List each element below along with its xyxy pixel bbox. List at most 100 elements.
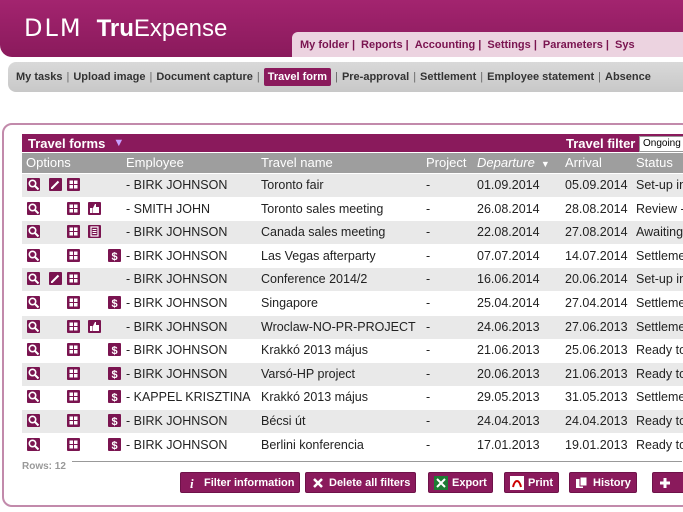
- cell-status: Ready to: [636, 343, 683, 357]
- table-row[interactable]: $ - BIRK JOHNSON Varsó-HP project - 20.06.20…: [22, 363, 683, 386]
- cell-project: -: [426, 225, 431, 239]
- topnav-item-2[interactable]: Accounting |: [415, 39, 482, 51]
- table-row[interactable]: - BIRK JOHNSON Canada sales meeting - 22.08…: [22, 221, 683, 244]
- cell-project: -: [426, 414, 431, 428]
- view-magnifier-icon[interactable]: [27, 178, 40, 191]
- topnav-item-0[interactable]: My folder |: [300, 39, 355, 51]
- subnav-item-7[interactable]: Absence: [605, 71, 651, 83]
- details-grid-icon[interactable]: [67, 272, 80, 285]
- edit-pencil-icon[interactable]: [49, 178, 62, 191]
- table-row[interactable]: - BIRK JOHNSON Toronto fair - 01.09.2014 05.…: [22, 174, 683, 197]
- view-magnifier-icon[interactable]: [27, 272, 40, 285]
- col-status[interactable]: Status: [636, 155, 673, 170]
- filter-funnel-icon[interactable]: ▼: [113, 137, 124, 149]
- history-button[interactable]: History: [569, 472, 637, 493]
- subnav-item-0[interactable]: My tasks: [16, 71, 62, 83]
- approve-thumb-icon[interactable]: [88, 202, 101, 215]
- details-grid-icon[interactable]: [67, 320, 80, 333]
- view-magnifier-icon[interactable]: [27, 343, 40, 356]
- add-button[interactable]: [652, 472, 683, 493]
- col-departure-label: Departure: [477, 155, 535, 170]
- settlement-money-icon[interactable]: $: [108, 296, 121, 309]
- table-row[interactable]: - BIRK JOHNSON Wroclaw-NO-PR-PROJECT - 24.0…: [22, 316, 683, 339]
- view-magnifier-icon[interactable]: [27, 249, 40, 262]
- details-grid-icon[interactable]: [67, 249, 80, 262]
- delete-all-filters-button[interactable]: Delete all filters: [305, 472, 417, 493]
- table-row[interactable]: $ - BIRK JOHNSON Las Vegas afterparty - 07.0…: [22, 245, 683, 268]
- cell-status: Review -: [636, 202, 683, 216]
- cell-employee: - BIRK JOHNSON: [126, 438, 228, 452]
- topnav-item-4[interactable]: Parameters |: [543, 39, 609, 51]
- details-grid-icon[interactable]: [67, 225, 80, 238]
- cell-arrival: 14.07.2014: [565, 249, 628, 263]
- table-row[interactable]: $ - KAPPEL KRISZTINA Krakkó 2013 május - 29.…: [22, 386, 683, 409]
- cell-departure: 07.07.2014: [477, 249, 540, 263]
- cell-arrival: 19.01.2013: [565, 438, 628, 452]
- settlement-money-icon[interactable]: $: [108, 367, 121, 380]
- settlement-money-icon[interactable]: $: [108, 414, 121, 427]
- cell-project: -: [426, 178, 431, 192]
- subnav-item-3[interactable]: Travel form: [263, 68, 332, 86]
- view-magnifier-icon[interactable]: [27, 225, 40, 238]
- svg-text:$: $: [112, 369, 118, 380]
- edit-pencil-icon[interactable]: [49, 272, 62, 285]
- table-row[interactable]: - SMITH JOHN Toronto sales meeting - 26.08.…: [22, 198, 683, 221]
- filter-information-button[interactable]: i Filter information: [180, 472, 301, 493]
- subnav-separator: |: [413, 71, 417, 83]
- logo-tru: Tru: [96, 15, 134, 42]
- settlement-money-icon[interactable]: $: [108, 390, 121, 403]
- details-grid-icon[interactable]: [67, 367, 80, 380]
- info-icon: i: [186, 476, 200, 491]
- view-magnifier-icon[interactable]: [27, 296, 40, 309]
- export-button[interactable]: Export: [428, 472, 493, 493]
- details-grid-icon[interactable]: [67, 296, 80, 309]
- table-row[interactable]: $ - BIRK JOHNSON Singapore - 25.04.2014 27.04…: [22, 292, 683, 315]
- subnav-item-4[interactable]: Pre-approval: [342, 71, 409, 83]
- settlement-money-icon[interactable]: $: [108, 343, 121, 356]
- travel-filter-select[interactable]: Ongoing: [639, 136, 683, 152]
- topnav-item-5[interactable]: Sys: [615, 39, 635, 51]
- details-grid-icon[interactable]: [67, 438, 80, 451]
- cell-arrival: 31.05.2013: [565, 390, 628, 404]
- svg-text:$: $: [112, 298, 118, 309]
- subnav-item-6[interactable]: Employee statement: [487, 71, 594, 83]
- view-magnifier-icon[interactable]: [27, 438, 40, 451]
- svg-text:$: $: [112, 251, 118, 262]
- export-label: Export: [452, 476, 487, 489]
- details-grid-icon[interactable]: [67, 178, 80, 191]
- col-arrival[interactable]: Arrival: [565, 155, 602, 170]
- view-magnifier-icon[interactable]: [27, 320, 40, 333]
- details-grid-icon[interactable]: [67, 202, 80, 215]
- cell-travel-name: Berlini konferencia: [261, 438, 364, 452]
- settlement-money-icon[interactable]: $: [108, 438, 121, 451]
- col-departure[interactable]: Departure ▼: [477, 155, 550, 170]
- document-icon[interactable]: [88, 225, 101, 238]
- view-magnifier-icon[interactable]: [27, 414, 40, 427]
- sub-navigation-area: My tasks | Upload image | Document capture | T…: [0, 57, 683, 97]
- details-grid-icon[interactable]: [67, 343, 80, 356]
- print-button[interactable]: Print: [504, 472, 560, 493]
- approve-thumb-icon[interactable]: [88, 320, 101, 333]
- table-row[interactable]: $ - BIRK JOHNSON Berlini konferencia - 17.01…: [22, 434, 683, 457]
- cell-employee: - BIRK JOHNSON: [126, 343, 228, 357]
- col-employee[interactable]: Employee: [126, 155, 184, 170]
- cell-travel-name: Toronto fair: [261, 178, 324, 192]
- subnav-item-5[interactable]: Settlement: [420, 71, 476, 83]
- subnav-item-2[interactable]: Document capture: [156, 71, 253, 83]
- settlement-money-icon[interactable]: $: [108, 249, 121, 262]
- table-row[interactable]: - BIRK JOHNSON Conference 2014/2 - 16.06.20…: [22, 268, 683, 291]
- col-travel-name[interactable]: Travel name: [261, 155, 333, 170]
- view-magnifier-icon[interactable]: [27, 202, 40, 215]
- col-project[interactable]: Project: [426, 155, 466, 170]
- details-grid-icon[interactable]: [67, 414, 80, 427]
- view-magnifier-icon[interactable]: [27, 367, 40, 380]
- details-grid-icon[interactable]: [67, 390, 80, 403]
- cell-arrival: 28.08.2014: [565, 202, 628, 216]
- view-magnifier-icon[interactable]: [27, 390, 40, 403]
- topnav-item-1[interactable]: Reports |: [361, 39, 409, 51]
- table-row[interactable]: $ - BIRK JOHNSON Krakkó 2013 május - 21.06.2…: [22, 339, 683, 362]
- grid-title: Travel forms: [28, 135, 106, 151]
- topnav-item-3[interactable]: Settings |: [487, 39, 537, 51]
- table-row[interactable]: $ - BIRK JOHNSON Bécsi út - 24.04.2013 24.04.…: [22, 410, 683, 433]
- subnav-item-1[interactable]: Upload image: [73, 71, 145, 83]
